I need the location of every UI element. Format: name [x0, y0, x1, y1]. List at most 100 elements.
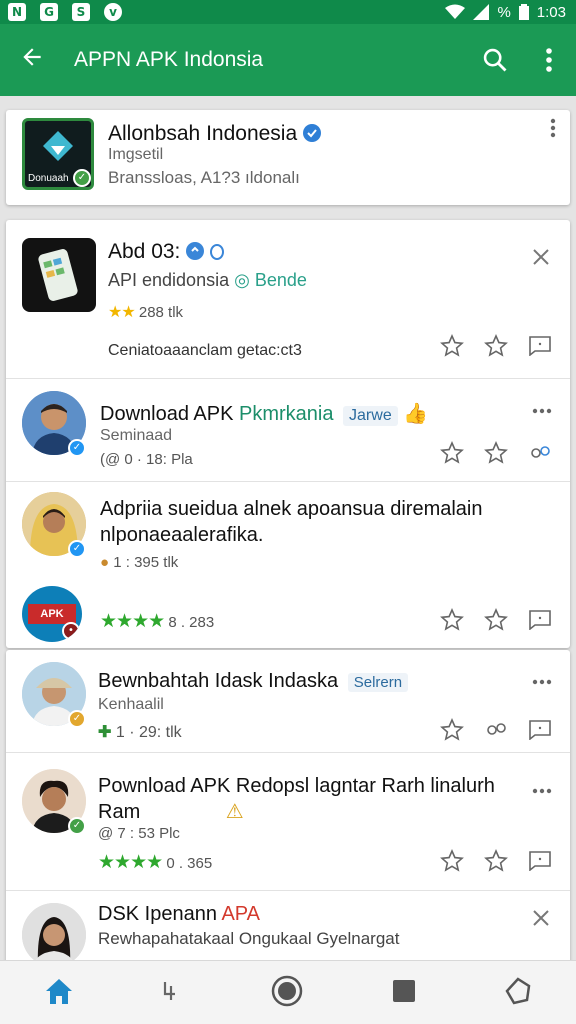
app-logo-banner: APK [28, 604, 76, 624]
warning-icon: ⚠ [225, 801, 244, 823]
item-title: Pownload APK Redopsl lagntar Rarh linalu… [98, 775, 495, 797]
featured-app-card[interactable]: Donuaah ✓ Allonbsah Indonesia Imgsetil B… [6, 110, 570, 205]
more-vert-icon[interactable] [550, 118, 556, 144]
more-horiz-icon[interactable] [532, 395, 552, 420]
comment-button[interactable] [528, 718, 552, 742]
star-outline-icon [484, 608, 508, 631]
app-bar: APPN APK Indonsia [0, 24, 576, 96]
star-outline-icon [440, 718, 464, 741]
item-rating: ★★★★ 0 . 365 [98, 852, 213, 873]
item-title: Download APK Pkmrkania Jarwe 👍 [100, 403, 429, 426]
overflow-menu-button[interactable] [522, 47, 576, 73]
nav-home[interactable] [44, 977, 74, 1009]
app-name: Abd 03: [108, 240, 225, 264]
wifi-icon [445, 4, 466, 19]
square-icon [392, 979, 415, 1002]
cross-icon: ✚ [98, 724, 112, 741]
item-actions [440, 718, 552, 742]
more-horiz-icon[interactable] [532, 775, 552, 800]
star-outline-icon [440, 849, 464, 872]
star-button[interactable] [440, 334, 464, 358]
nav-square[interactable] [391, 978, 417, 1008]
app-logo-icon [43, 131, 73, 161]
list-item[interactable]: DSK Ipenann APA Rewhapahatakaal Ongukaal… [6, 891, 570, 970]
star-outline-icon [484, 849, 508, 872]
app-header-row[interactable]: Abd 03: API endidonsia ◎ Bende ★★ 288 tl… [6, 220, 570, 378]
gallery-icon: G [40, 3, 58, 21]
notification-icon: N [8, 3, 26, 21]
link-button[interactable] [484, 718, 508, 742]
star-button[interactable] [484, 334, 508, 358]
close-button[interactable] [532, 248, 550, 270]
list-item[interactable]: ✓ Bewnbahtah Idask Indaska Selrern Kenha… [6, 650, 570, 752]
star-outline-icon [440, 441, 464, 464]
search-icon [483, 48, 507, 72]
star-button[interactable] [440, 718, 464, 742]
more-horiz-icon[interactable] [532, 666, 552, 691]
star-button[interactable] [440, 608, 464, 632]
app-list-card: ✓ Bewnbahtah Idask Indaska Selrern Kenha… [6, 650, 570, 970]
item-meta: (@ 0 · 18: Pla [100, 451, 193, 468]
app-icon [22, 238, 96, 312]
star-outline-icon [440, 608, 464, 631]
comment-button[interactable] [528, 334, 552, 358]
item-title: Bewnbahtah Idask Indaska Selrern [98, 670, 409, 693]
thumbs-up-icon: 👍 [403, 403, 429, 425]
phone-app-icon [38, 249, 78, 301]
star-button[interactable] [484, 849, 508, 873]
item-meta: @ 7 : 53 Plc [98, 825, 180, 842]
item-subtitle: Kenhaalil [98, 696, 164, 713]
comment-button[interactable] [528, 608, 552, 632]
link-button[interactable] [528, 441, 552, 465]
close-icon [533, 910, 549, 926]
featured-app-sub1: Imgsetil [108, 146, 164, 163]
avatar [22, 903, 86, 967]
status-bar: N G S v % 1:03 [0, 0, 576, 24]
badge-icon: • [62, 622, 80, 640]
rating-stars-icon: ★★★★ [100, 611, 165, 632]
sync-icon: S [72, 3, 90, 21]
star-button[interactable] [484, 608, 508, 632]
app-subtitle: API endidonsia ◎ Bende [108, 270, 307, 290]
arrow-back-icon [23, 47, 41, 66]
nav-search[interactable] [161, 978, 183, 1008]
list-item[interactable]: ✓ Adpriia sueidua alnek apoansua diremal… [6, 482, 570, 648]
rating-stars-icon: ★★ [108, 304, 136, 321]
featured-app-sub2: Branssloas, A1?3 ıldonalı [108, 168, 300, 187]
item-actions [440, 608, 552, 632]
app-description: Ceniatoaaanclam getac:ct3 [108, 342, 302, 359]
comment-icon [529, 720, 551, 740]
record-icon [271, 975, 303, 1006]
hexagon-icon [505, 976, 531, 1004]
item-title-line2: nlponaeaalerafika. [100, 524, 264, 546]
close-icon [533, 249, 549, 265]
battery-text: % [497, 3, 511, 21]
comment-button[interactable] [528, 849, 552, 873]
nav-shape[interactable] [504, 976, 532, 1009]
bende-tag: ◎ Bende [234, 270, 307, 290]
comment-icon [529, 336, 551, 356]
close-button[interactable] [532, 909, 550, 931]
list-item[interactable]: ✓ Download APK Pkmrkania Jarwe 👍 Seminaa… [6, 379, 570, 481]
tag-chip: Selrern [347, 673, 409, 692]
search-button[interactable] [468, 46, 522, 74]
verified-badge-icon: ✓ [68, 540, 86, 558]
list-item[interactable]: ✓ Pownload APK Redopsl lagntar Rarh lina… [6, 753, 570, 889]
item-title-line2: Ram ⚠ [98, 801, 244, 823]
nav-record[interactable] [271, 975, 303, 1011]
search-alt-icon [164, 981, 176, 1000]
bottom-navigation [0, 960, 576, 1024]
item-meta: ✚ 1 · 29: tlk [98, 724, 182, 741]
app-logo: APK • [22, 586, 82, 642]
coin-icon [210, 244, 225, 260]
star-button[interactable] [484, 441, 508, 465]
item-title: Adpriia sueidua alnek apoansua diremalai… [100, 498, 483, 520]
header-actions [440, 334, 552, 358]
tag-chip: Jarwe [343, 406, 398, 426]
app-rating: ★★ 288 tlk [108, 304, 184, 321]
verified-icon [303, 124, 321, 142]
comment-icon [529, 851, 551, 871]
back-button[interactable] [0, 44, 64, 77]
star-button[interactable] [440, 849, 464, 873]
star-button[interactable] [440, 441, 464, 465]
